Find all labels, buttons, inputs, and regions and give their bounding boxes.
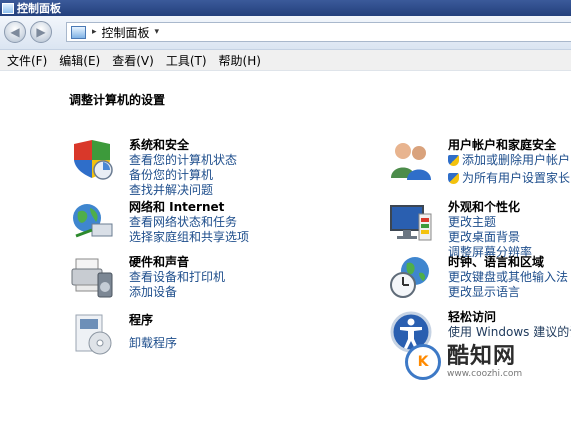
- navigation-bar: ◀ ▶ ▸ 控制面板 ▾: [0, 16, 571, 50]
- menu-view[interactable]: 查看(V): [112, 52, 154, 69]
- address-bar[interactable]: ▸ 控制面板 ▾: [66, 22, 571, 42]
- link-uninstall[interactable]: 卸载程序: [129, 336, 177, 351]
- category-title[interactable]: 轻松访问: [448, 310, 571, 325]
- window-title: 控制面板: [17, 2, 61, 15]
- category-title[interactable]: 系统和安全: [129, 138, 237, 153]
- menu-bar: 文件(F) 编辑(E) 查看(V) 工具(T) 帮助(H): [0, 50, 571, 71]
- back-button[interactable]: ◀: [4, 21, 26, 43]
- control-panel-icon: [71, 25, 86, 39]
- category-title[interactable]: 用户帐户和家庭安全: [448, 138, 570, 153]
- link-devices-printers[interactable]: 查看设备和打印机: [129, 270, 225, 285]
- link-change-theme[interactable]: 更改主题: [448, 215, 532, 230]
- link-network-status[interactable]: 查看网络状态和任务: [129, 215, 249, 230]
- control-panel-icon: [2, 2, 14, 14]
- category-title[interactable]: 时钟、语言和区域: [448, 255, 568, 270]
- appearance-icon[interactable]: [389, 200, 433, 244]
- chevron-down-icon[interactable]: ▾: [155, 27, 160, 37]
- menu-edit[interactable]: 编辑(E): [59, 52, 100, 69]
- link-homegroup[interactable]: 选择家庭组和共享选项: [129, 230, 249, 245]
- menu-file[interactable]: 文件(F): [7, 52, 47, 69]
- network-icon[interactable]: [70, 200, 114, 244]
- user-accounts-icon[interactable]: [389, 138, 433, 182]
- forward-button[interactable]: ▶: [30, 21, 52, 43]
- address-path[interactable]: 控制面板: [102, 24, 150, 41]
- link-desktop-background[interactable]: 更改桌面背景: [448, 230, 532, 245]
- category-title[interactable]: 硬件和声音: [129, 255, 225, 270]
- link-view-status[interactable]: 查看您的计算机状态: [129, 153, 237, 168]
- window-titlebar: 控制面板: [0, 0, 571, 16]
- link-add-remove-accounts[interactable]: 添加或删除用户帐户: [448, 153, 570, 168]
- arrow-right-icon: ▶: [36, 25, 46, 39]
- link-parental-controls[interactable]: 为所有用户设置家长: [448, 171, 570, 186]
- menu-help[interactable]: 帮助(H): [219, 52, 261, 69]
- chevron-right-icon[interactable]: ▸: [92, 27, 97, 37]
- link-windows-suggestions[interactable]: 使用 Windows 建议的设: [448, 325, 571, 340]
- programs-icon[interactable]: [70, 313, 114, 357]
- category-title[interactable]: 外观和个性化: [448, 200, 532, 215]
- watermark-logo-icon: K: [405, 344, 441, 380]
- system-security-icon[interactable]: [70, 138, 114, 182]
- category-title[interactable]: 程序: [129, 313, 177, 328]
- watermark: K 酷知网 www.coozhi.com: [405, 344, 522, 380]
- hardware-sound-icon[interactable]: [70, 255, 114, 299]
- watermark-url: www.coozhi.com: [447, 369, 523, 379]
- link-display-language[interactable]: 更改显示语言: [448, 285, 568, 300]
- menu-tools[interactable]: 工具(T): [166, 52, 207, 69]
- link-add-device[interactable]: 添加设备: [129, 285, 225, 300]
- clock-region-icon[interactable]: [389, 255, 433, 299]
- category-title[interactable]: 网络和 Internet: [129, 200, 249, 215]
- link-keyboard-input[interactable]: 更改键盘或其他输入法: [448, 270, 568, 285]
- page-title: 调整计算机的设置: [69, 93, 166, 107]
- link-troubleshoot[interactable]: 查找并解决问题: [129, 183, 237, 198]
- arrow-left-icon: ◀: [10, 25, 20, 39]
- watermark-name: 酷知网: [447, 344, 517, 369]
- link-backup[interactable]: 备份您的计算机: [129, 168, 237, 183]
